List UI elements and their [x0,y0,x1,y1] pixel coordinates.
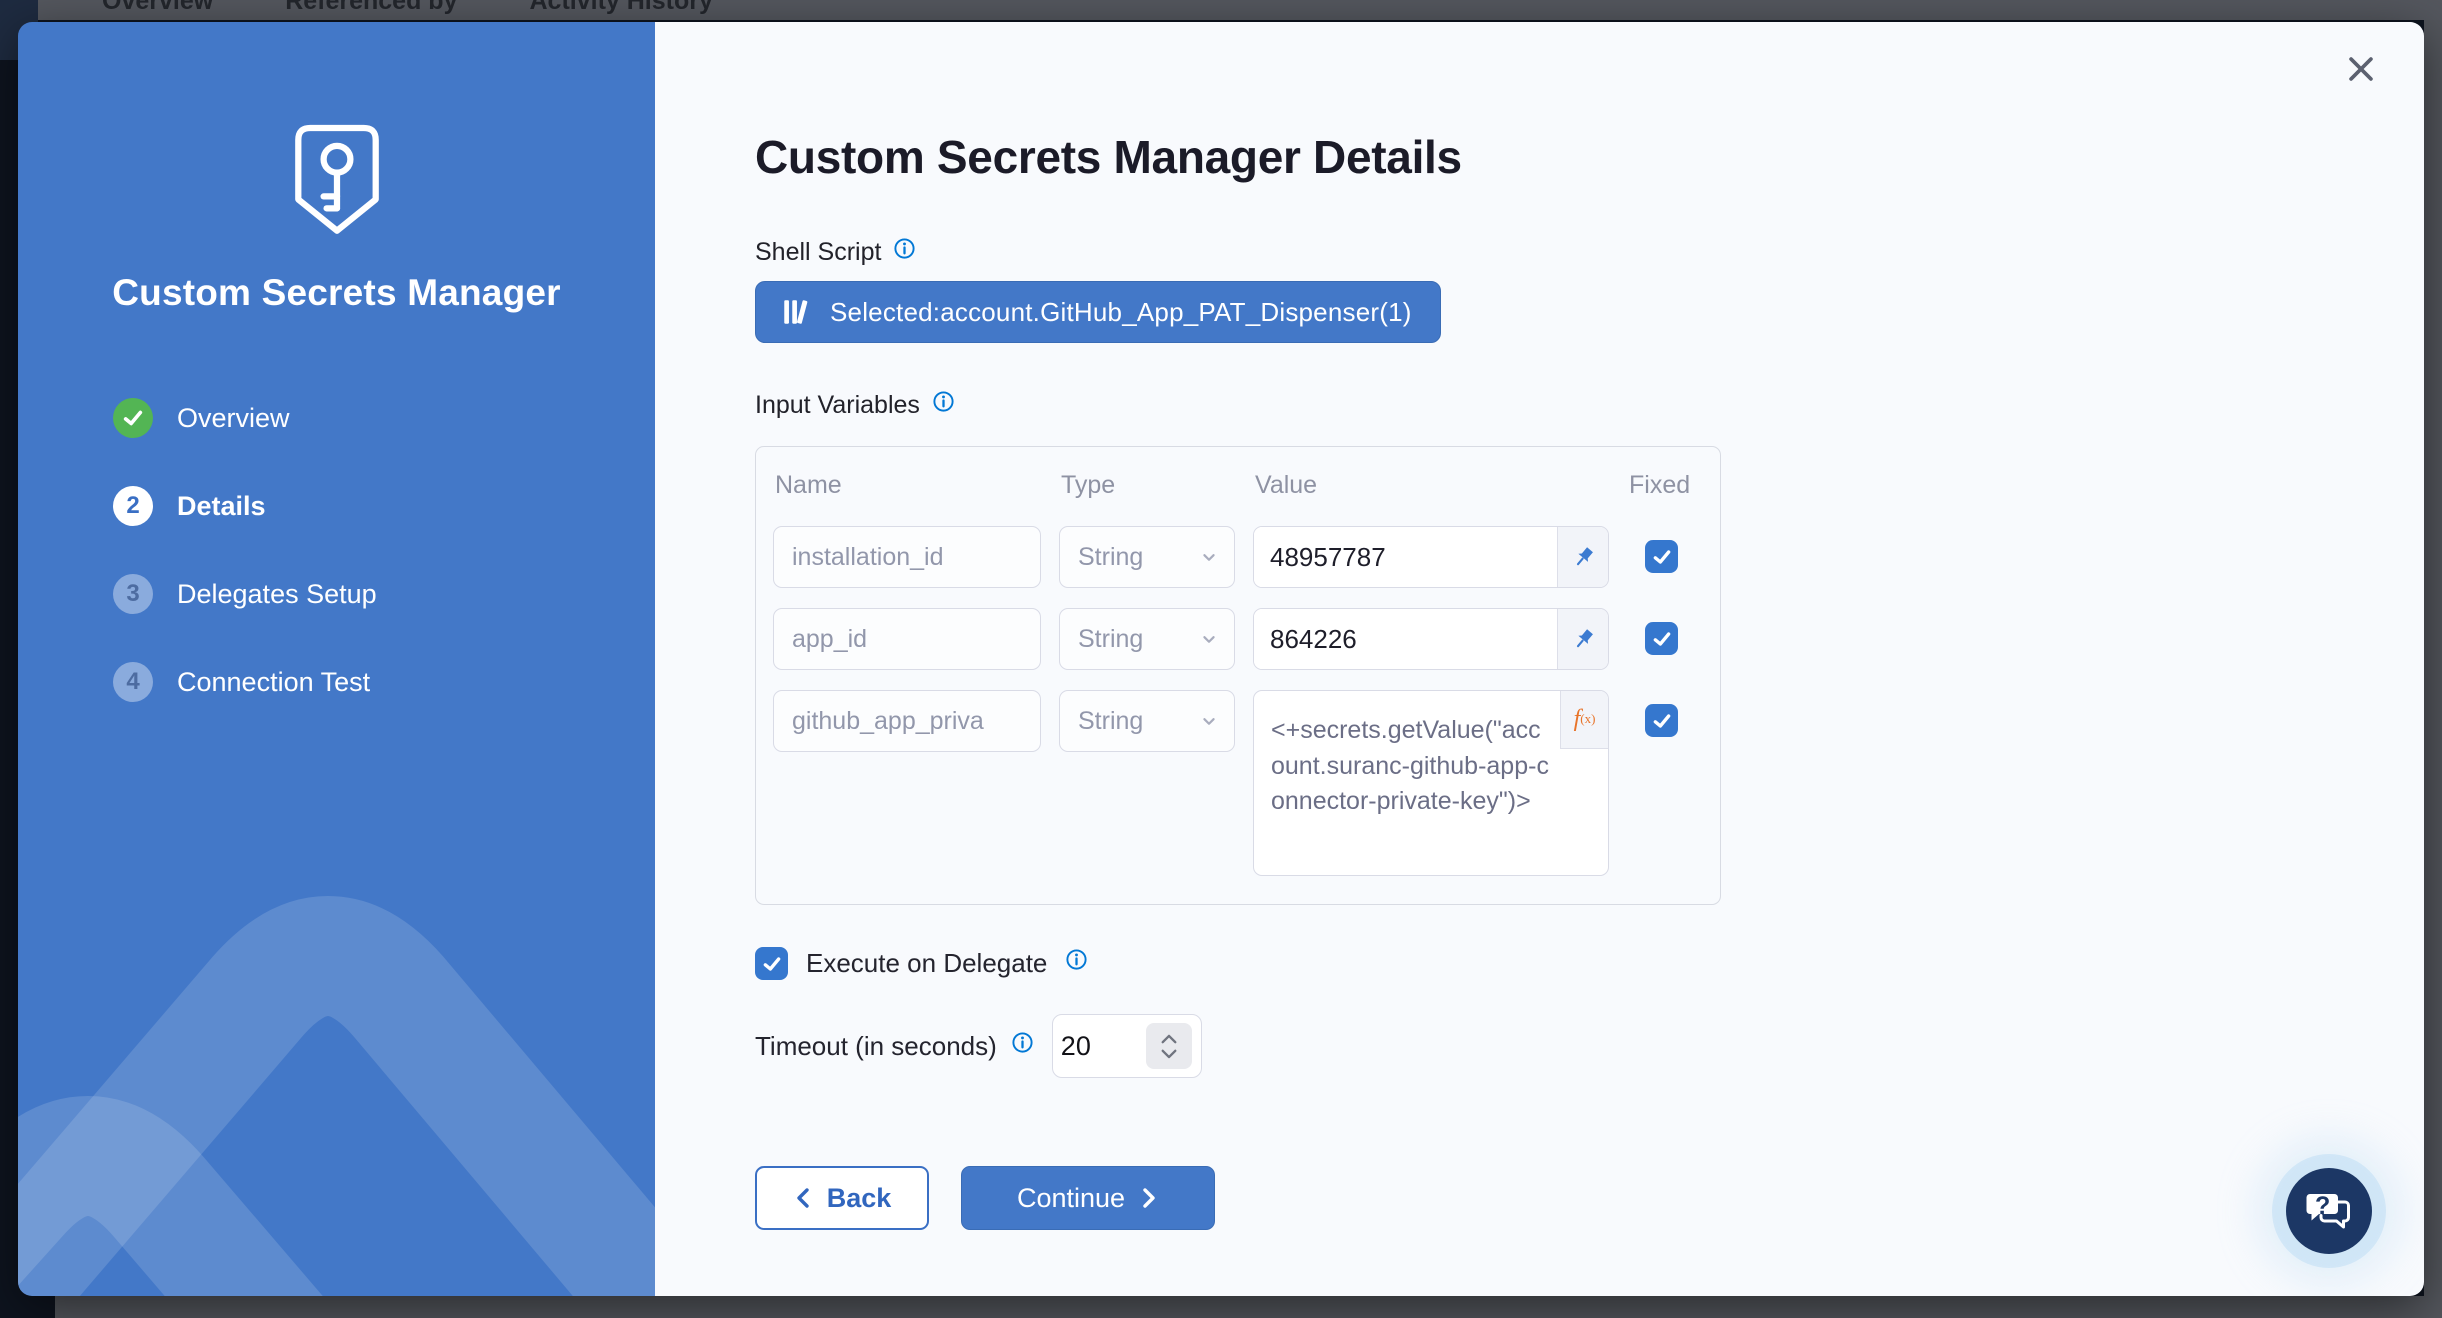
selected-shell-script-button[interactable]: Selected:account.GitHub_App_PAT_Dispense… [755,281,1441,343]
step-connection-test[interactable]: 4 Connection Test [113,662,377,702]
chevron-up-icon[interactable] [1160,1034,1178,1045]
shield-key-icon [289,122,385,250]
check-icon [1652,547,1672,567]
step-number: 3 [113,574,153,614]
chevron-down-icon [1198,628,1220,650]
continue-button[interactable]: Continue [961,1166,1215,1230]
chevron-right-icon [1139,1186,1159,1210]
table-header-row: Name Type Value Fixed [773,469,1696,500]
input-variables-table: Name Type Value Fixed String [755,446,1721,905]
fixed-checkbox[interactable] [1645,622,1678,655]
selected-script-name: Selected:account.GitHub_App_PAT_Dispense… [830,297,1412,328]
variable-value-group [1253,608,1609,670]
variable-value-input[interactable] [1254,527,1557,587]
chevron-down-icon [1198,710,1220,732]
timeout-label: Timeout (in seconds) [755,1031,997,1062]
input-variables-label: Input Variables [755,391,920,420]
step-done-check [113,398,153,438]
background-tab-bar: Overview Referenced by Activity History [0,0,2442,16]
step-number: 4 [113,662,153,702]
secrets-manager-logo [18,122,655,250]
fx-icon[interactable]: f(x) [1560,691,1608,749]
variable-value-expression[interactable]: <+secrets.getValue("account.suranc-githu… [1253,690,1609,876]
step-number: 2 [113,486,153,526]
expression-text: <+secrets.getValue("account.suranc-githu… [1271,716,1549,815]
tab-referenced-by[interactable]: Referenced by [285,0,457,16]
info-icon[interactable] [932,390,955,413]
selected-type: String [1078,625,1143,654]
library-icon [780,296,812,328]
info-icon[interactable] [893,237,916,260]
variable-name-input[interactable] [773,608,1041,670]
tab-overview[interactable]: Overview [102,0,213,16]
fixed-checkbox[interactable] [1645,540,1678,573]
variable-value-input[interactable] [1254,609,1557,669]
check-icon [122,407,144,429]
column-header-type: Type [1061,471,1237,500]
question-mark: ? [2315,1192,2330,1221]
fixed-checkbox[interactable] [1645,704,1678,737]
selected-type: String [1078,707,1143,736]
number-stepper[interactable] [1146,1023,1192,1069]
execute-on-delegate-label: Execute on Delegate [806,948,1047,979]
wizard-title: Custom Secrets Manager [18,272,655,314]
close-icon[interactable] [2344,52,2378,86]
variable-type-select[interactable]: String [1059,690,1235,752]
wizard-steps: Overview 2 Details 3 Delegates Setup 4 C… [113,398,377,702]
pin-icon[interactable] [1557,527,1608,587]
wizard-sidebar: Custom Secrets Manager Overview 2 Detail… [18,22,655,1296]
step-label: Details [177,491,266,522]
variable-value-group [1253,526,1609,588]
screen: Overview Referenced by Activity History [0,0,2442,1318]
step-label: Delegates Setup [177,579,377,610]
back-button-label: Back [827,1183,892,1214]
background-right-edge [2424,20,2442,1318]
info-icon[interactable] [1011,1031,1034,1054]
step-delegates-setup[interactable]: 3 Delegates Setup [113,574,377,614]
table-row: String [773,526,1696,588]
timeout-input[interactable] [1059,1030,1129,1063]
info-icon[interactable] [1065,948,1088,971]
step-overview[interactable]: Overview [113,398,377,438]
step-label: Connection Test [177,667,370,698]
timeout-input-group [1052,1014,1202,1078]
background-page-header: Overview Referenced by Activity History [0,0,2442,20]
check-icon [1652,711,1672,731]
check-icon [762,954,782,974]
back-button[interactable]: Back [755,1166,929,1230]
column-header-fixed: Fixed [1629,471,1690,500]
selected-type: String [1078,543,1143,572]
custom-secrets-manager-dialog: Custom Secrets Manager Overview 2 Detail… [18,22,2424,1296]
check-icon [1652,629,1672,649]
help-chat-button[interactable]: ? [2286,1168,2372,1254]
chevron-down-icon[interactable] [1160,1048,1178,1059]
step-details[interactable]: 2 Details [113,486,377,526]
pin-icon[interactable] [1557,609,1608,669]
dialog-content: Custom Secrets Manager Details Shell Scr… [655,22,2424,1296]
column-header-name: Name [775,471,1043,500]
variable-type-select[interactable]: String [1059,526,1235,588]
page-title: Custom Secrets Manager Details [755,22,2424,184]
variable-type-select[interactable]: String [1059,608,1235,670]
step-label: Overview [177,403,290,434]
variable-name-input[interactable] [773,526,1041,588]
variable-name-input[interactable] [773,690,1041,752]
harness-logo-watermark [18,796,655,1296]
column-header-value: Value [1255,471,1611,500]
chevron-down-icon [1198,546,1220,568]
tab-activity-history[interactable]: Activity History [529,0,712,16]
shell-script-label: Shell Script [755,238,881,267]
execute-on-delegate-checkbox[interactable] [755,947,788,980]
continue-button-label: Continue [1017,1183,1125,1214]
chevron-left-icon [793,1186,813,1210]
table-row: String [773,608,1696,670]
background-bottom-edge [55,1296,2442,1318]
table-row: String <+secrets.getValue("account.suran… [773,690,1696,876]
